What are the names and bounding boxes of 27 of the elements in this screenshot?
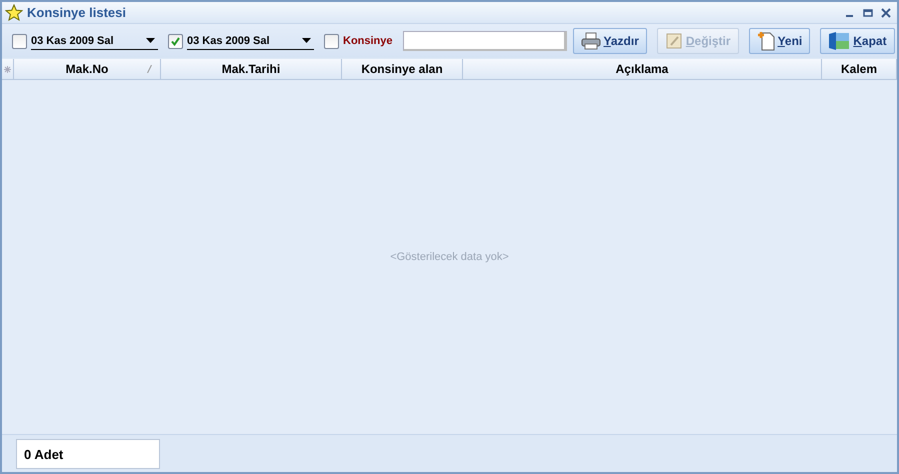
record-count: 0 Adet <box>16 439 160 469</box>
checkbox[interactable] <box>324 34 339 48</box>
caret-icon[interactable] <box>146 38 155 43</box>
checkbox[interactable] <box>12 34 27 48</box>
column-header[interactable]: Açıklama <box>463 59 822 79</box>
checkbox[interactable] <box>168 34 183 48</box>
print-button[interactable]: Yazdır <box>572 28 647 54</box>
new-page-icon <box>756 31 775 51</box>
search-field[interactable] <box>402 31 567 51</box>
close-icon[interactable] <box>881 8 891 18</box>
checkbox-label: Konsinye <box>343 35 393 47</box>
date-field[interactable]: 03 Kas 2009 Sal <box>187 32 314 50</box>
empty-message: <Gösterilecek data yok> <box>390 251 509 263</box>
close-button[interactable]: Kapat <box>820 28 895 54</box>
star-icon <box>5 4 23 22</box>
notepad-icon <box>664 32 683 50</box>
column-header[interactable]: Mak.Tarihi <box>161 59 342 79</box>
door-icon <box>828 31 850 51</box>
printer-icon <box>580 32 601 50</box>
maximize-icon[interactable] <box>863 8 873 18</box>
column-header[interactable]: Konsinye alan <box>342 59 463 79</box>
window-title: Konsinye listesi <box>27 5 126 20</box>
column-header[interactable]: Kalem <box>822 59 897 79</box>
new-button[interactable]: Yeni <box>748 28 810 54</box>
column-header[interactable]: Mak.No <box>14 59 161 79</box>
caret-icon[interactable] <box>302 38 311 43</box>
date-field[interactable]: 03 Kas 2009 Sal <box>31 32 158 50</box>
